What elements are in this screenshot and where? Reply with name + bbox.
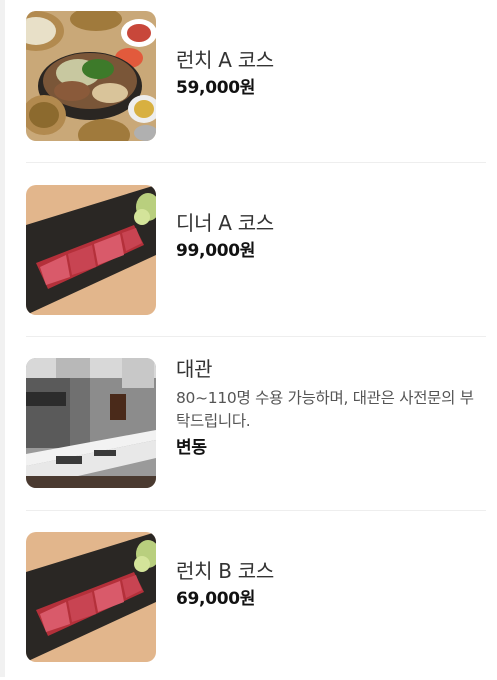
menu-item-price: 변동 xyxy=(176,438,207,458)
menu-item-price: 99,000원 xyxy=(176,241,256,261)
menu-item-price: 59,000원 xyxy=(176,78,256,98)
menu-item-lunch-b[interactable]: 런치 B 코스 69,000원 xyxy=(26,511,486,680)
menu-item-name: 런치 B 코스 xyxy=(176,559,274,583)
menu-item-name: 대관 xyxy=(176,357,213,381)
menu-item-info: 디너 A 코스 99,000원 xyxy=(176,210,486,263)
menu-list: 런치 A 코스 59,000원 디너 A 코스 99,000원 대관 80~11… xyxy=(26,0,486,680)
menu-item-lunch-a[interactable]: 런치 A 코스 59,000원 xyxy=(26,0,486,163)
menu-item-info: 대관 80~110명 수용 가능하며, 대관은 사전문의 부탁드립니다. 변동 xyxy=(176,356,486,460)
sliced-steak-photo xyxy=(26,532,156,662)
sliced-steak-photo xyxy=(26,185,156,315)
menu-item-name: 디너 A 코스 xyxy=(176,211,274,235)
menu-item-description: 80~110명 수용 가능하며, 대관은 사전문의 부탁드립니다. xyxy=(176,389,474,430)
menu-item-info: 런치 B 코스 69,000원 xyxy=(176,558,486,611)
menu-item-dinner-a[interactable]: 디너 A 코스 99,000원 xyxy=(26,163,486,337)
menu-item-info: 런치 A 코스 59,000원 xyxy=(176,47,486,100)
menu-item-price: 69,000원 xyxy=(176,589,256,609)
korean-bbq-spread-photo xyxy=(26,11,156,141)
menu-item-rental[interactable]: 대관 80~110명 수용 가능하며, 대관은 사전문의 부탁드립니다. 변동 xyxy=(26,337,486,511)
menu-item-name: 런치 A 코스 xyxy=(176,48,274,72)
left-border xyxy=(0,0,5,677)
restaurant-interior-photo xyxy=(26,358,156,488)
